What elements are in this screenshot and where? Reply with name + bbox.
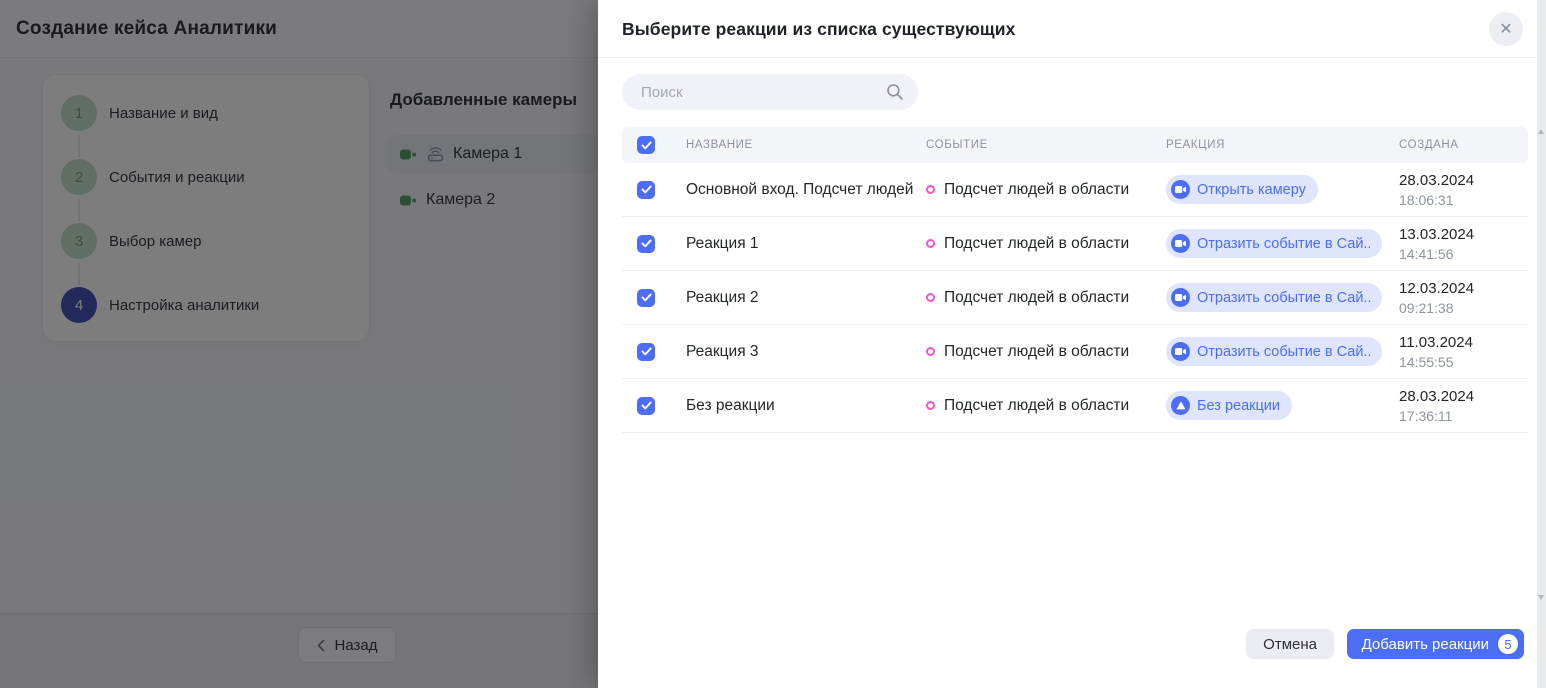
table-row[interactable]: Реакция 2 Подсчет людей в области Отрази…: [622, 271, 1528, 325]
check-icon: [641, 401, 652, 410]
reaction-name: Реакция 3: [686, 343, 926, 361]
created-date: 12.03.2024: [1399, 280, 1528, 297]
add-reactions-button[interactable]: Добавить реакции 5: [1347, 629, 1524, 659]
row-checkbox[interactable]: [637, 181, 655, 199]
event-type-icon: [926, 293, 935, 302]
modal-header: Выберите реакции из списка существующих …: [598, 0, 1537, 58]
reaction-camera-icon: [1171, 288, 1190, 307]
event-type-icon: [926, 401, 935, 410]
close-icon: ✕: [1499, 19, 1512, 39]
column-header-event: СОБЫТИЕ: [926, 139, 1166, 151]
created-date: 28.03.2024: [1399, 172, 1528, 189]
row-checkbox[interactable]: [637, 397, 655, 415]
event-type-icon: [926, 347, 935, 356]
search-input[interactable]: [622, 74, 918, 110]
event-type-icon: [926, 185, 935, 194]
created-time: 14:55:55: [1399, 354, 1528, 370]
modal-title: Выберите реакции из списка существующих: [622, 19, 1015, 40]
table-row[interactable]: Основной вход. Подсчет людей Подсчет люд…: [622, 163, 1528, 217]
event-name: Подсчет людей в области: [944, 397, 1129, 415]
reaction-camera-icon: [1171, 234, 1190, 253]
scroll-up-icon[interactable]: [1538, 129, 1544, 134]
reaction-label: Открыть камеру: [1197, 182, 1306, 198]
check-icon: [641, 293, 652, 302]
reaction-label: Отразить событие в Сай...: [1197, 290, 1370, 306]
event-name: Подсчет людей в области: [944, 343, 1129, 361]
reaction-label: Отразить событие в Сай...: [1197, 344, 1370, 360]
select-reactions-modal: Выберите реакции из списка существующих …: [598, 0, 1537, 688]
reaction-camera-icon: [1171, 180, 1190, 199]
check-icon: [641, 141, 652, 150]
reaction-name: Основной вход. Подсчет людей: [686, 181, 926, 199]
reaction-badge: Без реакции: [1166, 391, 1292, 420]
scroll-down-icon[interactable]: [1538, 595, 1544, 600]
reaction-label: Отразить событие в Сай...: [1197, 236, 1370, 252]
created-date: 13.03.2024: [1399, 226, 1528, 243]
search-icon[interactable]: [886, 83, 904, 101]
reaction-name: Без реакции: [686, 397, 926, 415]
created-time: 18:06:31: [1399, 192, 1528, 208]
reaction-alert-icon: [1171, 396, 1190, 415]
cancel-button-label: Отмена: [1263, 636, 1317, 653]
event-name: Подсчет людей в области: [944, 235, 1129, 253]
created-time: 14:41:56: [1399, 246, 1528, 262]
table-header-row: НАЗВАНИЕ СОБЫТИЕ РЕАКЦИЯ СОЗДАНА: [622, 127, 1528, 163]
reaction-camera-icon: [1171, 342, 1190, 361]
reaction-badge: Отразить событие в Сай...: [1166, 229, 1382, 258]
created-date: 28.03.2024: [1399, 388, 1528, 405]
created-time: 17:36:11: [1399, 408, 1528, 424]
select-all-checkbox[interactable]: [637, 136, 655, 154]
check-icon: [641, 239, 652, 248]
event-type-icon: [926, 239, 935, 248]
column-header-name: НАЗВАНИЕ: [686, 139, 926, 151]
reaction-name: Реакция 1: [686, 235, 926, 253]
reaction-badge: Отразить событие в Сай...: [1166, 337, 1382, 366]
add-reactions-label: Добавить реакции: [1362, 636, 1489, 653]
table-row[interactable]: Без реакции Подсчет людей в области Без …: [622, 379, 1528, 433]
column-header-reaction: РЕАКЦИЯ: [1166, 139, 1399, 151]
column-header-created: СОЗДАНА: [1399, 139, 1528, 151]
event-name: Подсчет людей в области: [944, 181, 1129, 199]
created-time: 09:21:38: [1399, 300, 1528, 316]
row-checkbox[interactable]: [637, 289, 655, 307]
close-button[interactable]: ✕: [1489, 12, 1523, 46]
search-field: [622, 74, 918, 110]
cancel-button[interactable]: Отмена: [1246, 629, 1334, 659]
reactions-table: НАЗВАНИЕ СОБЫТИЕ РЕАКЦИЯ СОЗДАНА Основно…: [622, 127, 1528, 433]
created-date: 11.03.2024: [1399, 334, 1528, 351]
check-icon: [641, 185, 652, 194]
row-checkbox[interactable]: [637, 235, 655, 253]
scrollbar[interactable]: [1537, 0, 1546, 688]
reaction-label: Без реакции: [1197, 398, 1280, 414]
reaction-badge: Отразить событие в Сай...: [1166, 283, 1382, 312]
check-icon: [641, 347, 652, 356]
table-row[interactable]: Реакция 3 Подсчет людей в области Отрази…: [622, 325, 1528, 379]
reaction-badge: Открыть камеру: [1166, 175, 1318, 204]
reaction-name: Реакция 2: [686, 289, 926, 307]
selected-count-badge: 5: [1498, 634, 1518, 654]
event-name: Подсчет людей в области: [944, 289, 1129, 307]
row-checkbox[interactable]: [637, 343, 655, 361]
table-row[interactable]: Реакция 1 Подсчет людей в области Отрази…: [622, 217, 1528, 271]
